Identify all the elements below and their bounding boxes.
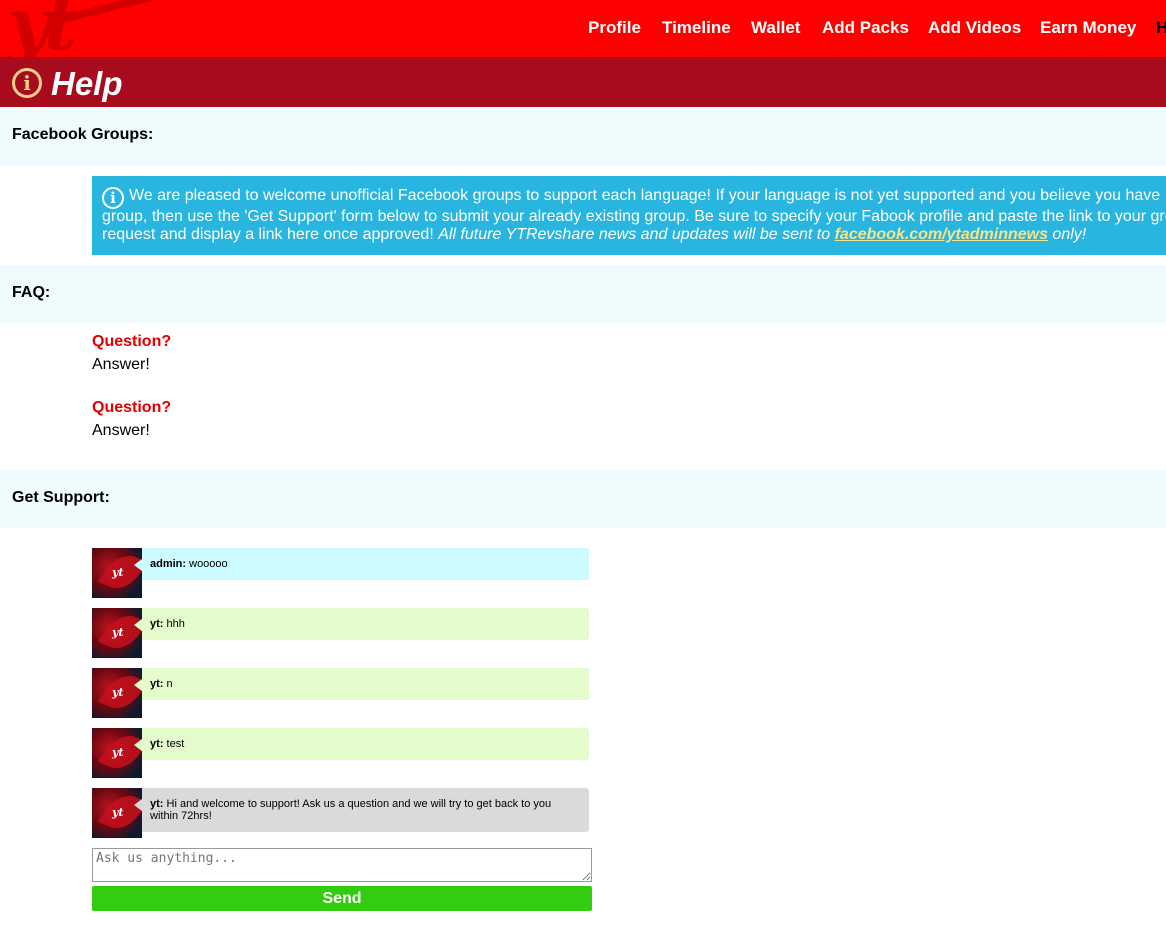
chat-message: yt admin: wooooo (92, 548, 589, 598)
message-sender: yt: (150, 678, 164, 690)
section-title: FAQ: (12, 284, 51, 301)
nav-add-packs[interactable]: Add Packs (822, 0, 909, 57)
notice-tail: only! (1047, 226, 1087, 243)
message-text: Hi and welcome to support! Ask us a ques… (150, 798, 552, 822)
message-sender: yt: (150, 618, 164, 630)
chat-message: yt yt: hhh (92, 608, 589, 658)
avatar: yt (92, 608, 142, 658)
facebook-admin-news-link[interactable]: facebook.com/ytadminnews (835, 226, 1048, 243)
message-text: wooooo (189, 558, 228, 570)
send-button[interactable]: Send (92, 886, 592, 911)
message-bubble: yt: Hi and welcome to support! Ask us a … (134, 788, 589, 832)
nav-profile[interactable]: Profile (588, 0, 641, 57)
nav-add-videos[interactable]: Add Videos (928, 0, 1021, 57)
chat-message: yt yt: test (92, 728, 589, 778)
notice-text-1: We are pleased to welcome unofficial Fac… (129, 187, 1161, 204)
nav-timeline[interactable]: Timeline (662, 0, 731, 57)
page-title: Help (51, 65, 123, 102)
avatar: yt (92, 728, 142, 778)
chat-message: yt yt: n (92, 668, 589, 718)
message-bubble: yt: hhh (134, 608, 589, 640)
info-icon: i (102, 187, 124, 209)
message-text: hhh (166, 618, 185, 630)
notice-line-3: request and display a link here once app… (102, 226, 1086, 244)
chat-message: yt yt: Hi and welcome to support! Ask us… (92, 788, 589, 838)
faq-question: Question? (92, 333, 172, 350)
notice-line-1: i We are pleased to welcome unofficial Fa… (102, 187, 1160, 209)
facebook-notice: i We are pleased to welcome unofficial Fa… (92, 176, 1166, 255)
section-title: Facebook Groups: (12, 126, 154, 143)
nav-help[interactable]: H (1156, 0, 1166, 57)
logo-swoosh (60, 0, 170, 24)
faq-question: Question? (92, 399, 172, 416)
get-support-header: Get Support: (0, 470, 1166, 528)
info-icon: i (12, 68, 42, 98)
support-question-input[interactable] (92, 848, 592, 882)
message-sender: admin: (150, 558, 187, 570)
avatar: yt (92, 548, 142, 598)
message-sender: yt: (150, 798, 164, 810)
section-title: Get Support: (12, 489, 110, 506)
help-header: i Help (0, 57, 1166, 107)
avatar: yt (92, 668, 142, 718)
message-bubble: yt: n (134, 668, 589, 700)
nav-earn-money[interactable]: Earn Money (1040, 0, 1136, 57)
message-text: n (166, 678, 173, 690)
notice-italic: All future YTRevshare news and updates w… (438, 226, 835, 243)
site-logo[interactable]: yt (8, 0, 77, 57)
avatar: yt (92, 788, 142, 838)
message-bubble: admin: wooooo (134, 548, 589, 580)
faq-header: FAQ: (0, 265, 1166, 323)
notice-line-2: group, then use the 'Get Support' form b… (102, 208, 1166, 225)
message-text: test (166, 738, 185, 750)
notice-text-3: request and display a link here once app… (102, 226, 439, 243)
faq-answer: Answer! (92, 356, 150, 373)
faq-answer: Answer! (92, 422, 150, 439)
top-navigation-bar: yt Profile Timeline Wallet Add Packs Add… (0, 0, 1166, 57)
message-sender: yt: (150, 738, 164, 750)
message-bubble: yt: test (134, 728, 589, 760)
nav-wallet[interactable]: Wallet (751, 0, 800, 57)
facebook-groups-header: Facebook Groups: (0, 107, 1166, 165)
